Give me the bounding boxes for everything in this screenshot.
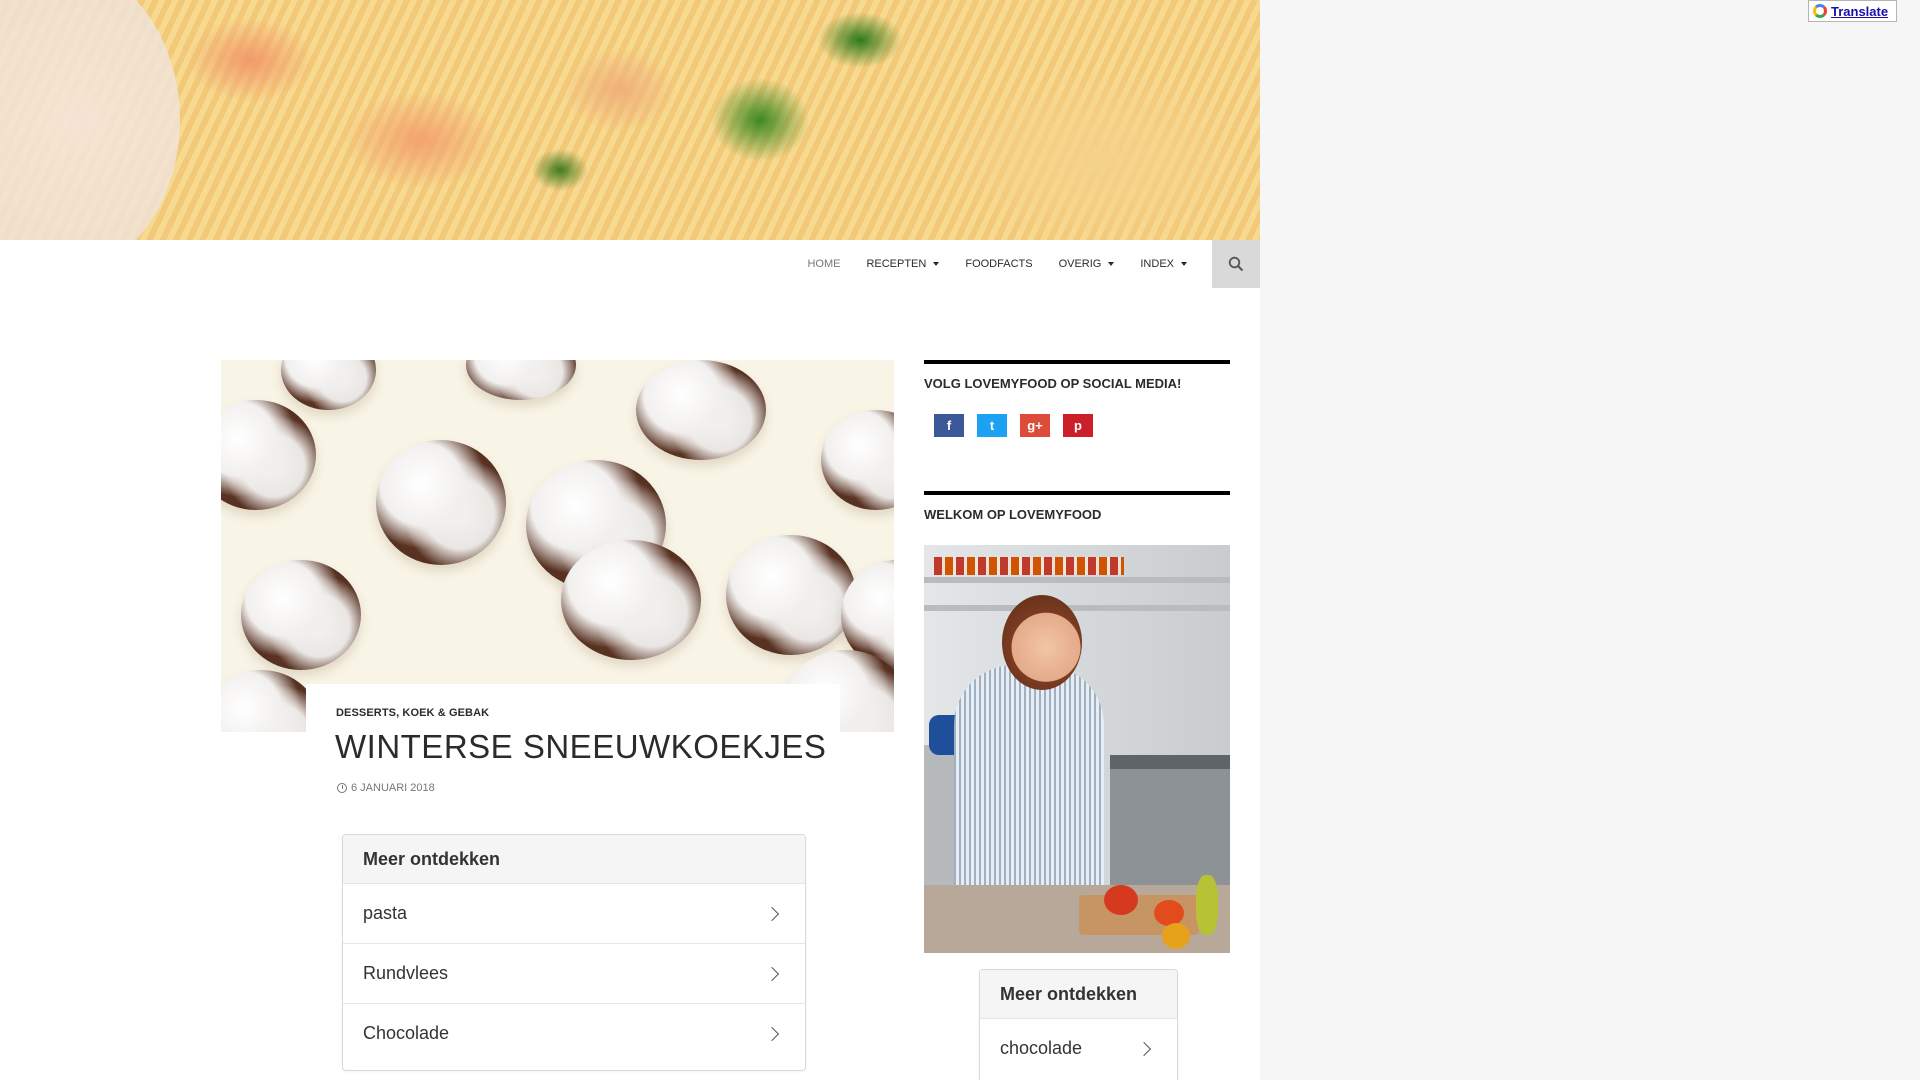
nav-label: Index	[1140, 258, 1174, 270]
nav-label: Foodfacts	[965, 258, 1033, 270]
post-date[interactable]: 6 januari 2018	[337, 782, 435, 794]
search-icon	[1228, 256, 1244, 272]
chevron-right-icon	[1136, 1041, 1152, 1056]
discover-item-rundvlees[interactable]: Rundvlees	[343, 943, 805, 1003]
nav-item-overig[interactable]: Overig	[1046, 240, 1128, 288]
discover-item-chocolade[interactable]: Chocolade	[343, 1003, 805, 1063]
post-categories[interactable]: Desserts, Koek & Gebak	[336, 707, 489, 719]
cookie	[241, 560, 361, 670]
clock-icon	[337, 783, 347, 793]
pepper	[1104, 885, 1138, 915]
discover-title: Meer ontdekken	[343, 835, 805, 883]
cookie	[221, 400, 316, 510]
chevron-right-icon	[764, 906, 780, 921]
nav-item-recepten[interactable]: Recepten	[853, 240, 952, 288]
nav-item-foodfacts[interactable]: Foodfacts	[952, 240, 1045, 288]
person-head	[1002, 595, 1082, 690]
caret-down-icon	[1181, 262, 1187, 266]
caret-down-icon	[1108, 262, 1115, 266]
header-image[interactable]	[0, 0, 1260, 240]
facebook-icon[interactable]: f	[934, 414, 964, 437]
spice-jars	[934, 557, 1124, 575]
cookie	[636, 360, 766, 460]
discover-item-pasta[interactable]: pasta	[343, 883, 805, 943]
chevron-right-icon	[764, 1026, 780, 1041]
facebook-label: f	[946, 418, 952, 433]
shelf	[924, 577, 1230, 583]
cookie	[376, 440, 506, 565]
shelf	[924, 605, 1230, 611]
discover-item-label: Rundvlees	[363, 963, 449, 983]
google-g-icon	[1813, 4, 1827, 18]
post-title[interactable]: Winterse sneeuwkoekjes	[335, 728, 826, 766]
discover-title: Meer ontdekken	[980, 970, 1177, 1018]
search-toggle-button[interactable]	[1212, 240, 1260, 288]
discover-widget-sidebar: Meer ontdekken chocolade	[979, 969, 1178, 1080]
post-featured-image[interactable]	[221, 360, 894, 732]
nav-label: Home	[807, 258, 841, 270]
cookie	[281, 360, 376, 410]
widget-divider	[924, 491, 1230, 495]
social-links: f t g+ p	[934, 414, 1093, 437]
post-date-text: 6 januari 2018	[351, 782, 435, 794]
corn	[1196, 875, 1218, 935]
translate-label: Translate	[1831, 3, 1889, 19]
site-container: Home Recepten Foodfacts Overig Index Des…	[0, 0, 1260, 1080]
kitchen-appliance	[1110, 755, 1230, 889]
discover-item-label: Chocolade	[363, 1023, 450, 1043]
cookie	[561, 540, 701, 660]
google-plus-icon[interactable]: g+	[1020, 414, 1050, 437]
discover-widget-main: Meer ontdekken pasta Rundvlees Chocolade	[342, 834, 806, 1071]
google-translate-button[interactable]: Translate	[1808, 0, 1897, 22]
twitter-icon[interactable]: t	[977, 414, 1007, 437]
nav-item-home[interactable]: Home	[794, 240, 853, 288]
nav-menu: Home Recepten Foodfacts Overig Index	[794, 240, 1200, 288]
twitter-label: t	[989, 418, 995, 433]
pepper	[1154, 900, 1184, 926]
nav-label: Overig	[1058, 258, 1102, 270]
welcome-photo[interactable]	[924, 545, 1230, 953]
primary-navigation: Home Recepten Foodfacts Overig Index	[0, 240, 1260, 288]
cookie	[726, 535, 856, 655]
caret-down-icon	[933, 262, 940, 266]
discover-item-chocolade-sidebar[interactable]: chocolade	[980, 1018, 1177, 1078]
pinterest-label: p	[1074, 418, 1082, 433]
welcome-widget-title: Welkom op LOVEMYFOOD	[924, 507, 1102, 522]
pepper	[1162, 923, 1190, 949]
chevron-right-icon	[764, 966, 780, 981]
discover-item-label: chocolade	[1000, 1038, 1083, 1058]
social-widget-title: Volg LOVEMYFOOD op Social Media!	[924, 376, 1182, 391]
nav-item-index[interactable]: Index	[1127, 240, 1200, 288]
discover-item-label: pasta	[363, 903, 408, 923]
google-plus-label: g+	[1027, 418, 1043, 433]
cookie	[821, 410, 894, 510]
widget-divider	[924, 360, 1230, 364]
pinterest-icon[interactable]: p	[1063, 414, 1093, 437]
nav-label: Recepten	[866, 258, 927, 270]
cookie	[466, 360, 576, 400]
plate-edge	[0, 0, 180, 240]
